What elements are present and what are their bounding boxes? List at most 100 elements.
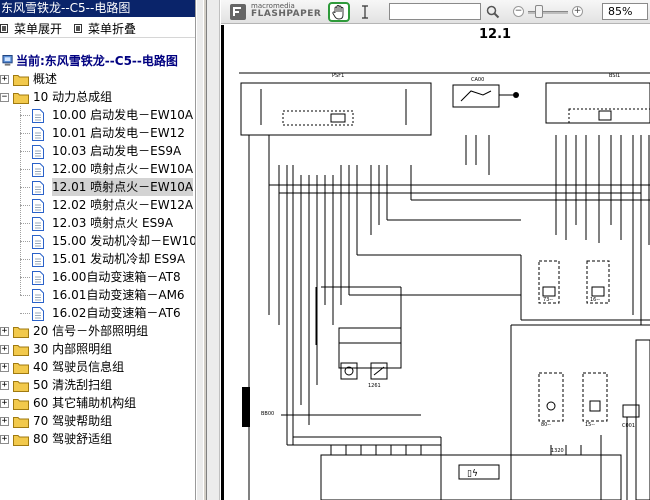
- folder-icon: [13, 435, 29, 446]
- sensor-15-label: 15--: [585, 422, 595, 428]
- tree-item-label: 16.00自动变速箱－AT8: [52, 270, 181, 284]
- expand-menu-label: 菜单展开: [14, 21, 63, 36]
- folder-icon: [13, 381, 29, 392]
- tree-guide-line: [20, 133, 30, 134]
- tree-document[interactable]: 15.01 发动机冷却 ES9A: [0, 250, 195, 268]
- tree-folder[interactable]: +40 驾驶员信息组: [0, 358, 195, 376]
- tree-folder[interactable]: − 10 动力总成组: [0, 88, 195, 106]
- navigation-pane: 东风雪铁龙--C5--电路图 菜单展开 菜单折叠 当前:东风雪铁龙--C5--电…: [0, 0, 196, 500]
- connector-73-label: 73--: [543, 297, 553, 303]
- text-cursor-icon: [362, 5, 368, 19]
- tree-item-label: 10 动力总成组: [33, 90, 113, 104]
- tree-root[interactable]: 当前:东风雪铁龙--C5--电路图: [0, 52, 195, 70]
- tree-guide-line: [20, 313, 30, 314]
- tree-guide-line: [20, 205, 30, 206]
- tree-folder[interactable]: +60 其它辅助机构组: [0, 394, 195, 412]
- collapse-icon: [74, 23, 82, 33]
- tree-document[interactable]: 12.00 喷射点火－EW10A: [0, 160, 195, 178]
- splitter-handle[interactable]: [203, 0, 207, 500]
- zoom-slider-thumb[interactable]: [535, 5, 543, 18]
- collapse-menu-button[interactable]: 菜单折叠: [74, 20, 136, 36]
- tree-document[interactable]: 10.01 启动发电－EW12: [0, 124, 195, 142]
- expand-toggle-icon[interactable]: +: [0, 345, 9, 354]
- tree-guide-line: [20, 259, 30, 260]
- ca00-ignition-switch: CA00: [452, 77, 519, 108]
- expand-toggle-icon[interactable]: +: [0, 75, 9, 84]
- tree-guide-line: [20, 169, 30, 170]
- expand-toggle-icon[interactable]: +: [0, 327, 9, 336]
- tree-guide-line: [20, 115, 30, 116]
- document-viewport[interactable]: 12.1 PSF1 CA00 BSI1 73-- 16-- 1261 80-- …: [221, 25, 650, 500]
- document-icon: [32, 145, 44, 159]
- tree-item-label: 12.00 喷射点火－EW10A: [52, 162, 194, 176]
- search-input[interactable]: [389, 3, 481, 20]
- computer-icon: [2, 55, 13, 66]
- tree-item-label: 12.01 喷射点火－EW10A: [52, 178, 194, 196]
- bb00-battery-connector: BB00: [242, 387, 274, 427]
- tree-document[interactable]: 16.01自动变速箱－AM6: [0, 286, 195, 304]
- search-button[interactable]: [485, 4, 501, 20]
- expand-toggle-icon[interactable]: +: [0, 435, 9, 444]
- zoom-slider-track[interactable]: [528, 11, 568, 14]
- collapse-toggle-icon[interactable]: −: [0, 93, 9, 102]
- tree-document[interactable]: 16.00自动变速箱－AT8: [0, 268, 195, 286]
- tree-document[interactable]: 10.00 启动发电－EW10A: [0, 106, 195, 124]
- tree-folder[interactable]: +80 驾驶舒适组: [0, 430, 195, 448]
- zoom-level-field[interactable]: 85%: [602, 3, 648, 20]
- document-icon: [32, 199, 44, 213]
- nav-toolbar: 菜单展开 菜单折叠: [0, 18, 195, 38]
- tree-document[interactable]: 12.01 喷射点火－EW10A: [0, 178, 195, 196]
- document-icon: [32, 307, 44, 321]
- tree-guide-line: [20, 277, 30, 278]
- zoom-out-button[interactable]: −: [513, 6, 524, 17]
- tree-folder[interactable]: +50 清洗刮扫组: [0, 376, 195, 394]
- tree-item-label: 40 驾驶员信息组: [33, 360, 125, 374]
- document-icon: [32, 217, 44, 231]
- document-icon: [32, 289, 44, 303]
- ecu-1320: ▯ϟ 1320: [320, 445, 622, 500]
- tree-item-label: 15.00 发动机冷却－EW10: [52, 234, 196, 248]
- tree-document[interactable]: 10.03 启动发电－ES9A: [0, 142, 195, 160]
- hand-tool-button[interactable]: [328, 2, 350, 22]
- expand-toggle-icon[interactable]: +: [0, 381, 9, 390]
- tree-folder[interactable]: +30 内部照明组: [0, 340, 195, 358]
- tree-document[interactable]: 15.00 发动机冷却－EW10: [0, 232, 196, 250]
- tree-item-label: 12.03 喷射点火 ES9A: [52, 216, 174, 230]
- folder-open-icon: [13, 93, 29, 104]
- tree-guide-line: [20, 106, 21, 295]
- tree-folder[interactable]: +70 驾驶帮助组: [0, 412, 195, 430]
- bsi1-control-unit: BSI1: [545, 73, 650, 124]
- window-title: 东风雪铁龙--C5--电路图: [0, 0, 195, 17]
- tree-guide-line: [20, 295, 30, 296]
- tree-folder[interactable]: +20 信号－外部照明组: [0, 322, 195, 340]
- expand-toggle-icon[interactable]: +: [0, 417, 9, 426]
- tree-document[interactable]: 12.03 喷射点火 ES9A: [0, 214, 195, 232]
- tree-guide-line: [20, 241, 30, 242]
- tree-document[interactable]: 16.02自动变速箱－AT6: [0, 304, 195, 322]
- tree-item-label: 70 驾驶帮助组: [33, 414, 113, 428]
- folder-icon: [13, 399, 29, 410]
- tree-document[interactable]: 12.02 喷射点火－EW12A: [0, 196, 195, 214]
- tree-folder[interactable]: + 概述: [0, 70, 195, 88]
- expand-toggle-icon[interactable]: +: [0, 399, 9, 408]
- folder-icon: [13, 417, 29, 428]
- tree-item-label: 10.01 启动发电－EW12: [52, 126, 185, 140]
- zoom-in-button[interactable]: +: [572, 6, 583, 17]
- expand-toggle-icon[interactable]: +: [0, 363, 9, 372]
- document-icon: [32, 181, 44, 195]
- connector-1261-label: 1261: [368, 383, 381, 389]
- viewer-toolbar: macromedia FLASHPAPER − + 85%: [221, 0, 650, 24]
- expand-menu-button[interactable]: 菜单展开: [0, 20, 62, 36]
- document-icon: [32, 163, 44, 177]
- tree-item-label: 10.00 启动发电－EW10A: [52, 108, 194, 122]
- tree-item-label: 30 内部照明组: [33, 342, 113, 356]
- splitter[interactable]: [197, 0, 220, 500]
- tree-item-label: 16.01自动变速箱－AM6: [52, 288, 185, 302]
- collapse-menu-label: 菜单折叠: [88, 21, 137, 36]
- tree-item-label: 10.03 启动发电－ES9A: [52, 144, 182, 158]
- sensor-80: 80--: [538, 372, 564, 428]
- document-icon: [32, 235, 44, 249]
- connector-73: 73--: [538, 260, 560, 304]
- tree-guide-line: [20, 151, 30, 152]
- text-select-tool-button[interactable]: [359, 4, 371, 20]
